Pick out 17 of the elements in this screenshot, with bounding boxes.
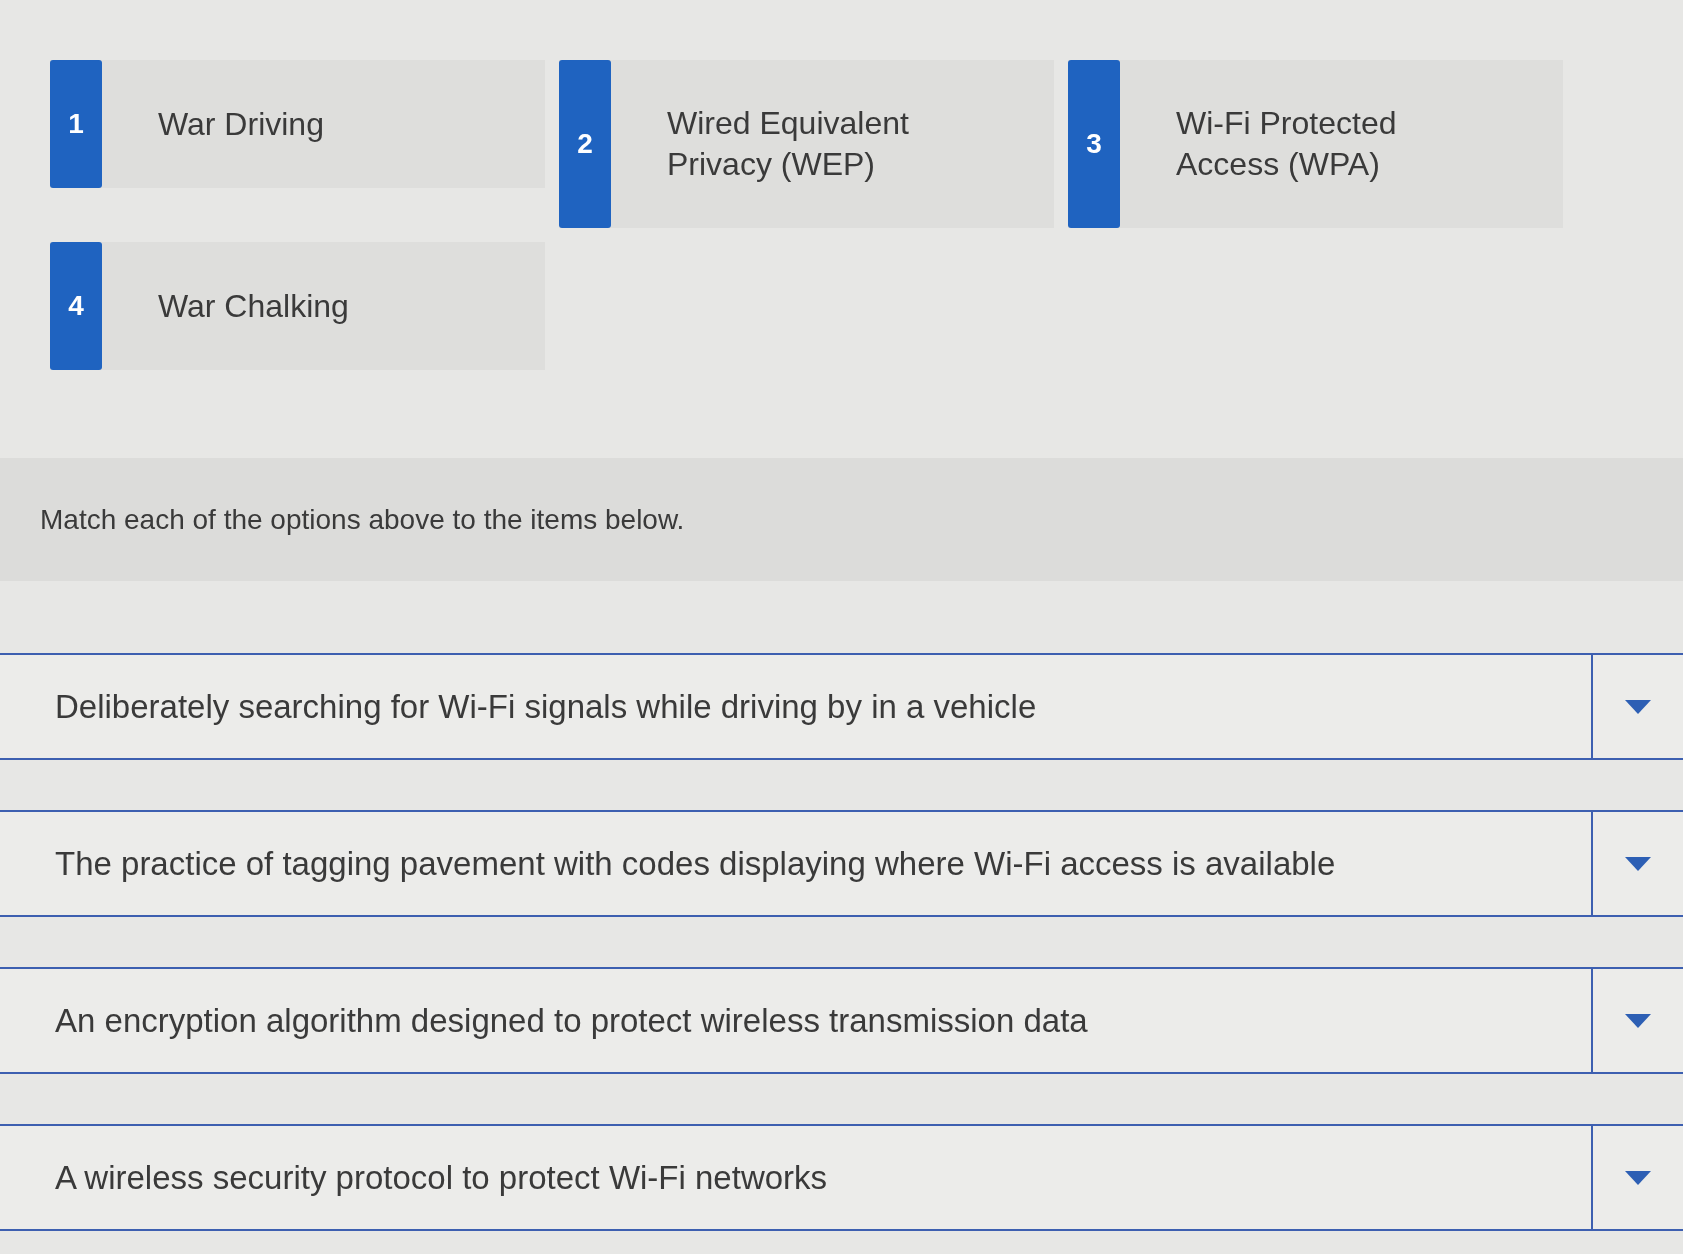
item-text: Deliberately searching for Wi-Fi signals while driving by in a vehicle (54, 687, 1038, 726)
caret-icon (1625, 856, 1651, 871)
option-number: 3 (1068, 60, 1120, 228)
option-label: War Chalking (158, 286, 350, 326)
option-label: Wi-Fi Protected Access (WPA) (1176, 104, 1398, 184)
caret-icon (1625, 1170, 1651, 1185)
item-text: An encryption algorithm designed to protect wireless transmission data (54, 1001, 1089, 1040)
option-label: War Driving (158, 104, 325, 144)
item-text: A wireless security protocol to protect Wi-Fi networks (54, 1158, 829, 1197)
option-number: 2 (559, 60, 611, 228)
option-label: Wired Equivalent Privacy (WEP) (667, 104, 910, 184)
caret-icon (1625, 699, 1651, 714)
option-number: 1 (50, 60, 102, 188)
item-text: The practice of tagging pavement with codes displaying where Wi-Fi access is available (54, 844, 1337, 883)
caret-icon (1625, 1013, 1651, 1028)
option-number: 4 (50, 242, 102, 370)
instruction-text: Match each of the options above to the items below. (40, 503, 685, 536)
